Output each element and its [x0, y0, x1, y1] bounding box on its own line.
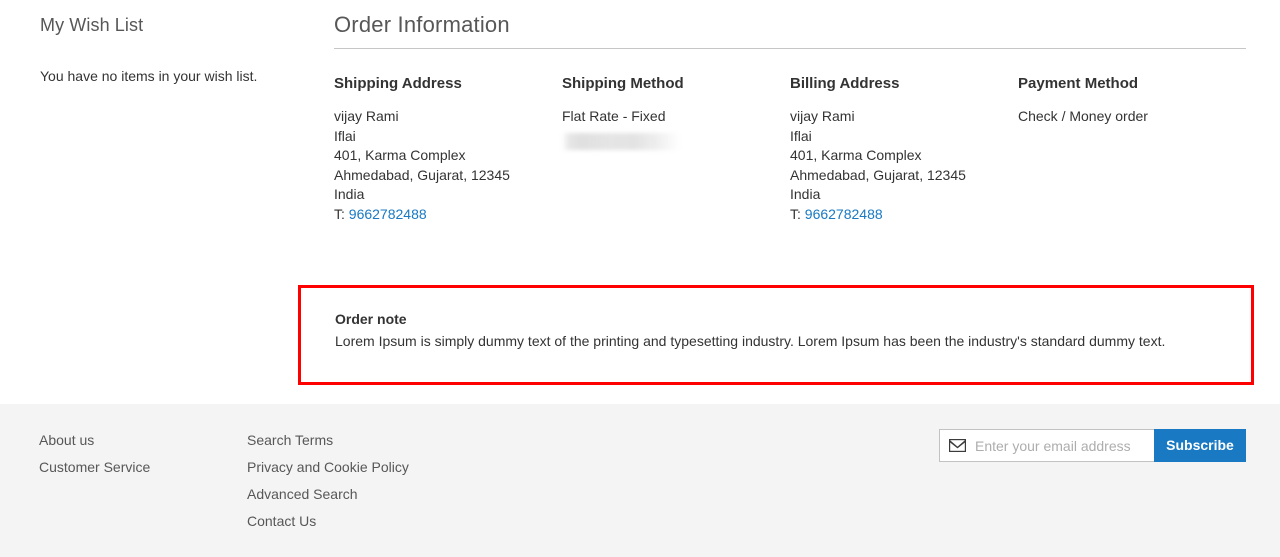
shipping-address-company: Iflai [334, 127, 356, 144]
footer-link-privacy-cookie-policy[interactable]: Privacy and Cookie Policy [247, 457, 477, 477]
page-content: My Wish List You have no items in your w… [0, 0, 1280, 404]
billing-address-body: vijay Rami Iflai 401, Karma Complex Ahme… [790, 107, 1006, 225]
billing-phone-label: T: [790, 205, 801, 222]
shipping-phone-link[interactable]: 9662782488 [349, 206, 427, 222]
billing-address-block: Billing Address vijay Rami Iflai 401, Ka… [790, 74, 1018, 225]
shipping-method-value: Flat Rate - Fixed [562, 108, 666, 124]
wishlist-sidebar: My Wish List You have no items in your w… [40, 14, 300, 86]
shipping-address-body: vijay Rami Iflai 401, Karma Complex Ahme… [334, 107, 550, 225]
order-note-content: Order note Lorem Ipsum is simply dummy t… [301, 288, 1251, 351]
footer-links-column-1: About us Customer Service [39, 430, 229, 484]
shipping-address-city: Ahmedabad, Gujarat, 12345 [334, 166, 510, 183]
title-divider [334, 48, 1246, 49]
shipping-method-block: Shipping Method Flat Rate - Fixed [562, 74, 790, 225]
order-information-columns: Shipping Address vijay Rami Iflai 401, K… [334, 74, 1246, 225]
site-footer: About us Customer Service Search Terms P… [0, 404, 1280, 557]
newsletter-input-wrapper[interactable] [939, 429, 1154, 462]
shipping-method-body: Flat Rate - Fixed [562, 107, 778, 150]
footer-link-contact-us[interactable]: Contact Us [247, 511, 477, 531]
wishlist-empty-message: You have no items in your wish list. [40, 68, 258, 84]
billing-address-street: 401, Karma Complex [790, 147, 922, 164]
billing-address-heading: Billing Address [790, 75, 900, 92]
shipping-address-block: Shipping Address vijay Rami Iflai 401, K… [334, 74, 562, 225]
billing-address-name: vijay Rami [790, 108, 855, 124]
payment-method-heading: Payment Method [1018, 75, 1139, 92]
order-note-label: Order note [335, 311, 407, 327]
shipping-address-street: 401, Karma Complex [334, 147, 466, 164]
page-title: Order Information [334, 12, 510, 37]
billing-address-country: India [790, 186, 821, 203]
footer-link-advanced-search[interactable]: Advanced Search [247, 484, 477, 504]
envelope-icon [949, 439, 966, 452]
shipping-address-phone-row: T: 9662782488 [334, 205, 550, 225]
order-note-text: Lorem Ipsum is simply dummy text of the … [335, 333, 1166, 349]
shipping-address-country: India [334, 186, 365, 203]
footer-link-search-terms[interactable]: Search Terms [247, 430, 477, 450]
newsletter-email-input[interactable] [975, 430, 1146, 461]
billing-phone-link[interactable]: 9662782488 [805, 206, 883, 222]
billing-address-city: Ahmedabad, Gujarat, 12345 [790, 166, 966, 183]
shipping-address-name: vijay Rami [334, 108, 399, 124]
footer-link-about-us[interactable]: About us [39, 430, 229, 450]
shipping-method-heading: Shipping Method [562, 75, 684, 92]
shipping-method-redacted-value [562, 132, 680, 150]
payment-method-value: Check / Money order [1018, 108, 1148, 124]
wishlist-title: My Wish List [40, 15, 144, 35]
newsletter-signup: Subscribe [939, 429, 1246, 462]
footer-link-customer-service[interactable]: Customer Service [39, 457, 229, 477]
billing-address-phone-row: T: 9662782488 [790, 205, 1006, 225]
shipping-address-heading: Shipping Address [334, 75, 462, 92]
payment-method-block: Payment Method Check / Money order [1018, 74, 1246, 225]
order-information-section: Order Information Shipping Address vijay… [334, 12, 1246, 225]
billing-address-company: Iflai [790, 127, 812, 144]
order-note-highlight-box: Order note Lorem Ipsum is simply dummy t… [298, 285, 1254, 385]
payment-method-body: Check / Money order [1018, 107, 1234, 127]
subscribe-button[interactable]: Subscribe [1154, 429, 1246, 462]
shipping-phone-label: T: [334, 205, 345, 222]
footer-links-column-2: Search Terms Privacy and Cookie Policy A… [247, 430, 477, 538]
